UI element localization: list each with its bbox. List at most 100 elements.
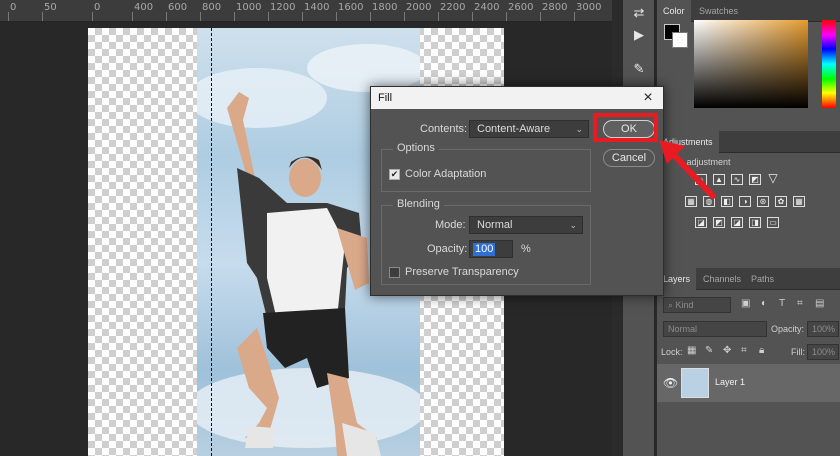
ruler-tick — [166, 12, 167, 21]
options-legend: Options — [393, 142, 439, 154]
tab-swatches[interactable]: Swatches — [693, 0, 744, 22]
ruler-tick — [336, 12, 337, 21]
lock-all-icon[interactable]: 🔒︎ — [759, 345, 764, 356]
play-icon[interactable]: ▶ — [630, 26, 648, 44]
ruler-label: 0 — [10, 2, 17, 13]
ruler-label: 800 — [202, 2, 222, 13]
ruler-label: 400 — [134, 2, 154, 13]
color-balance-icon[interactable]: ◧ — [721, 196, 733, 207]
color-panel-tabs: Color Swatches — [657, 0, 840, 22]
lock-position-icon[interactable]: ✥ — [723, 345, 731, 356]
hue-slider[interactable] — [822, 20, 836, 108]
chevron-down-icon: ⌄ — [575, 124, 583, 134]
visibility-eye-icon[interactable]: 👁︎ — [663, 376, 678, 390]
opacity-label: Opacity: — [427, 243, 468, 255]
dialog-title: Fill — [371, 87, 663, 109]
selection-marquee — [211, 28, 212, 456]
opacity-unit: % — [521, 243, 531, 255]
color-lookup-icon[interactable]: ▦ — [793, 196, 805, 207]
filter-smart-object-icon[interactable]: ▤ — [815, 298, 824, 309]
gradient-icon[interactable]: ▽ — [767, 172, 779, 185]
selective-color-icon[interactable]: ◨ — [749, 217, 761, 228]
tab-paths[interactable]: Paths — [745, 268, 780, 290]
filter-shape-icon[interactable]: ⌗ — [797, 298, 803, 309]
ruler-label: 600 — [168, 2, 188, 13]
ruler-label: 2200 — [440, 2, 466, 13]
mode-value: Normal — [477, 219, 513, 231]
contents-value: Content-Aware — [477, 123, 551, 135]
chevron-down-icon: ⌄ — [569, 220, 577, 230]
fill-label: Fill: — [791, 347, 805, 357]
ruler-label: 1000 — [236, 2, 262, 13]
mode-label: Mode: — [435, 219, 466, 231]
opacity-value: 100 — [473, 243, 496, 256]
horizontal-ruler: 0 50 0 400 600 800 1000 1200 1400 1600 1800 2000 220… — [0, 0, 612, 22]
tab-channels[interactable]: Channels — [697, 268, 747, 290]
preserve-transparency-label: Preserve Transparency — [405, 266, 519, 278]
annotation-arrow-icon — [659, 140, 716, 199]
layer-blend-mode[interactable]: Normal — [663, 321, 767, 337]
layer-row[interactable]: 👁︎ Layer 1 — [657, 364, 840, 402]
threshold-icon[interactable]: ◪ — [731, 217, 743, 228]
exposure-icon[interactable]: ◩ — [749, 174, 761, 185]
cancel-button[interactable]: Cancel — [603, 149, 655, 167]
ruler-label: 1200 — [270, 2, 296, 13]
ruler-tick — [234, 12, 235, 21]
ok-button-highlight — [593, 113, 658, 142]
ruler-label: 1800 — [372, 2, 398, 13]
ruler-tick — [268, 12, 269, 21]
layers-panel-tabs: Layers Channels Paths — [657, 268, 840, 290]
filter-adjustment-icon[interactable]: ◐ — [761, 298, 767, 309]
filter-type-icon[interactable]: T — [779, 298, 785, 309]
ruler-label: 3000 — [576, 2, 602, 13]
brush-settings-icon[interactable]: ✎ — [630, 60, 648, 78]
lock-artboard-icon[interactable]: ⌗ — [741, 345, 747, 356]
ruler-label: 2400 — [474, 2, 500, 13]
lock-pixels-icon[interactable]: ✎ — [705, 345, 713, 356]
background-color-swatch[interactable] — [672, 32, 688, 48]
contents-select[interactable]: Content-Aware ⌄ — [469, 120, 589, 138]
black-white-icon[interactable]: ◑ — [739, 196, 751, 207]
ruler-tick — [540, 12, 541, 21]
contents-label: Contents: — [420, 123, 468, 135]
channel-mixer-icon[interactable]: ✿ — [775, 196, 787, 207]
layer-opacity-field[interactable]: 100% — [807, 321, 839, 337]
invert-icon[interactable]: ◪ — [695, 217, 707, 228]
ruler-label: 1600 — [338, 2, 364, 13]
fill-field[interactable]: 100% — [807, 344, 839, 360]
preserve-transparency-checkbox[interactable] — [389, 267, 400, 278]
gradient-map-icon[interactable]: ▭ — [767, 217, 779, 228]
blending-legend: Blending — [393, 198, 444, 210]
ruler-tick — [42, 12, 43, 21]
color-picker-field[interactable] — [694, 20, 808, 108]
lock-transparent-icon[interactable]: ▦ — [687, 345, 696, 356]
tab-color[interactable]: Color — [657, 0, 691, 22]
ruler-tick — [574, 12, 575, 21]
ruler-tick — [92, 12, 93, 21]
curves-icon[interactable]: ∿ — [731, 174, 743, 185]
ruler-tick — [200, 12, 201, 21]
filter-pixel-icon[interactable]: ▣ — [741, 298, 750, 309]
close-icon[interactable]: × — [639, 87, 657, 109]
photo-filter-icon[interactable]: ⊛ — [757, 196, 769, 207]
ruler-label: 2600 — [508, 2, 534, 13]
layer-name[interactable]: Layer 1 — [715, 377, 745, 387]
ruler-tick — [132, 12, 133, 21]
opacity-field[interactable]: 100 — [469, 240, 513, 258]
ruler-label: 50 — [44, 2, 57, 13]
ruler-label: 0 — [94, 2, 101, 13]
ruler-tick — [302, 12, 303, 21]
mode-select[interactable]: Normal ⌄ — [469, 216, 583, 234]
layer-kind-filter[interactable]: ⌕ Kind — [663, 297, 731, 313]
ruler-tick — [438, 12, 439, 21]
ruler-label: 2000 — [406, 2, 432, 13]
color-adaptation-checkbox[interactable]: ✔ — [389, 169, 400, 180]
ruler-tick — [506, 12, 507, 21]
color-adaptation-label: Color Adaptation — [405, 168, 487, 180]
ruler-tick — [370, 12, 371, 21]
ruler-tick — [472, 12, 473, 21]
posterize-icon[interactable]: ◩ — [713, 217, 725, 228]
ruler-label: 1400 — [304, 2, 330, 13]
lock-label: Lock: — [661, 347, 683, 357]
history-brush-icon[interactable]: ⇄ — [630, 4, 648, 22]
